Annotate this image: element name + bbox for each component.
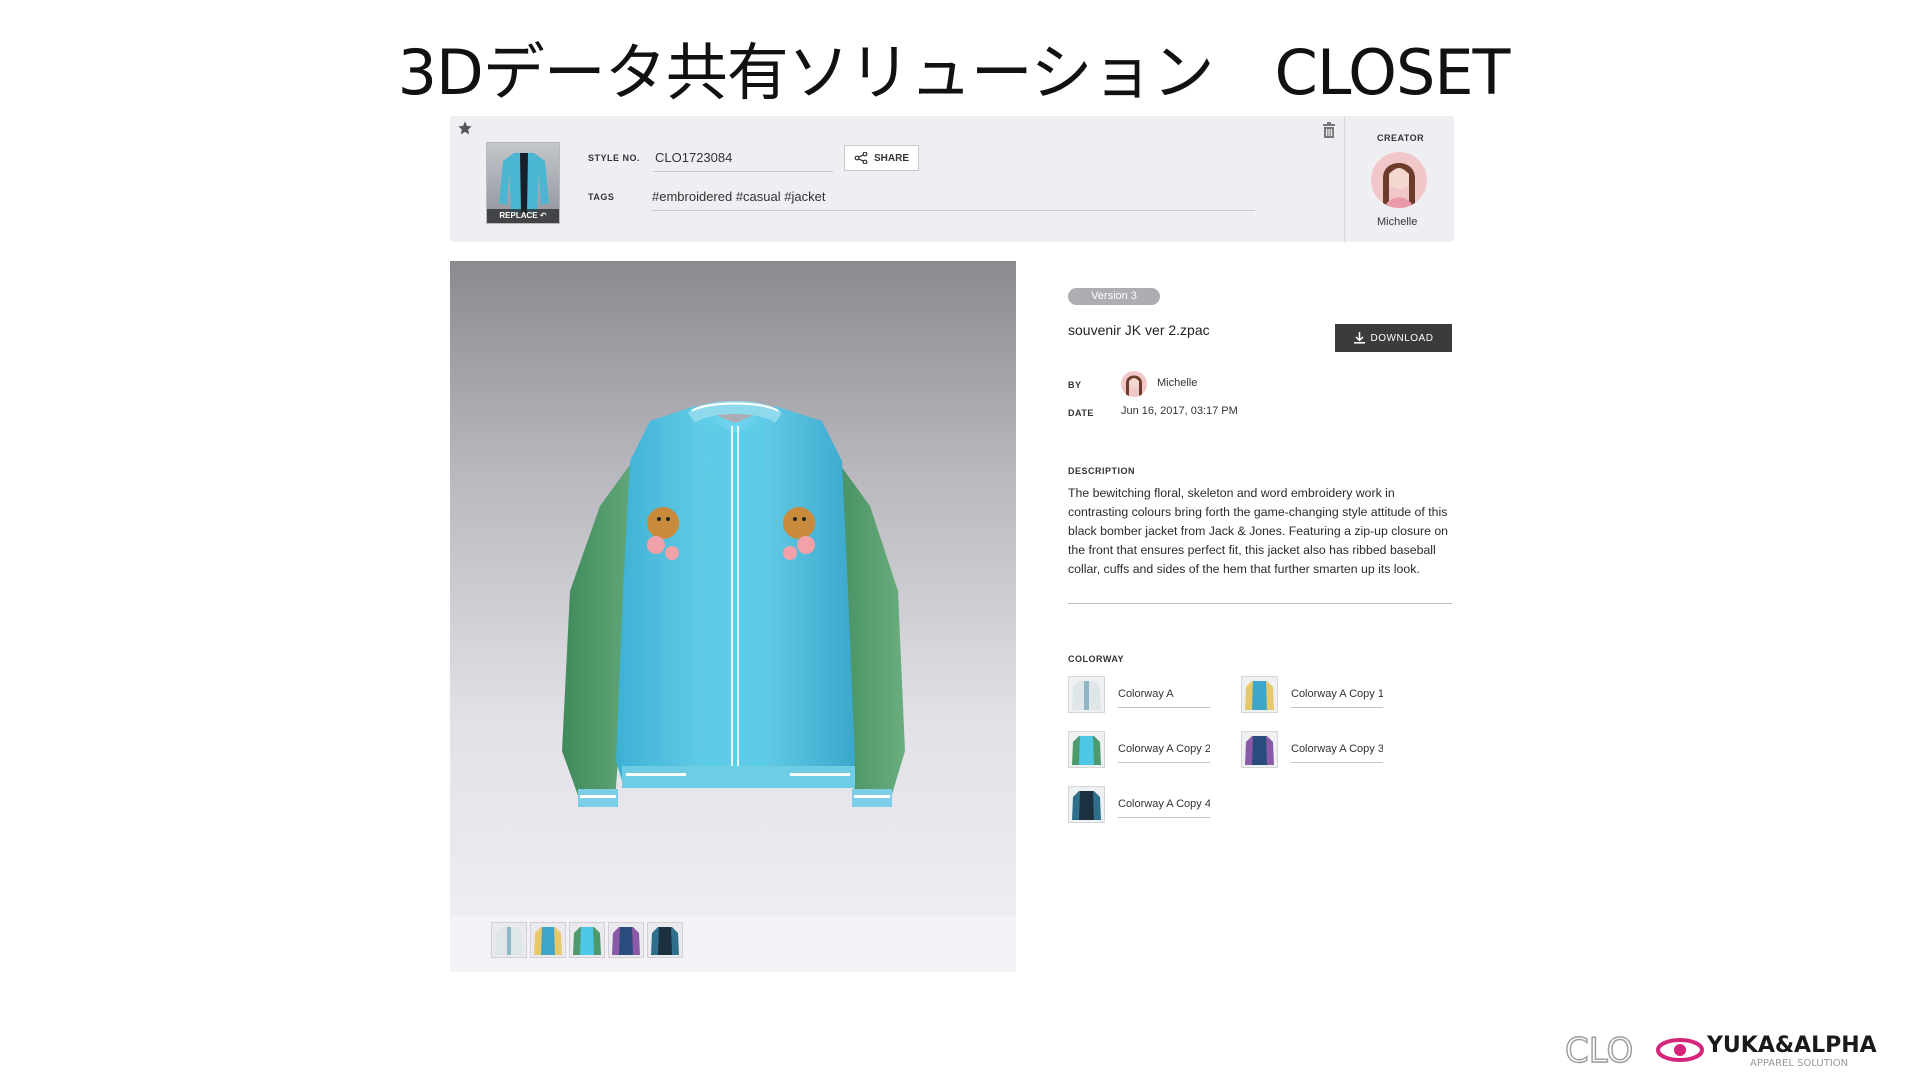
date-label: DATE bbox=[1068, 408, 1094, 418]
share-icon bbox=[854, 152, 868, 164]
colorway-thumb-copy3[interactable] bbox=[1241, 731, 1278, 768]
description-underline bbox=[1068, 603, 1452, 604]
author-avatar[interactable] bbox=[1121, 371, 1147, 397]
colorway-label-copy1[interactable]: Colorway A Copy 1 bbox=[1291, 688, 1383, 700]
download-button[interactable]: DOWNLOAD bbox=[1335, 324, 1452, 352]
colorway-label: COLORWAY bbox=[1068, 654, 1125, 664]
author-name: Michelle bbox=[1157, 377, 1198, 389]
creator-label: CREATOR bbox=[1377, 133, 1425, 143]
colorway-underline bbox=[1291, 707, 1383, 708]
creator-name: Michelle bbox=[1377, 216, 1418, 228]
date-value: Jun 16, 2017, 03:17 PM bbox=[1121, 405, 1238, 417]
trash-icon[interactable] bbox=[1322, 122, 1336, 138]
brand-logo: CLO YUKA&ALPHA APPAREL SOLUTION bbox=[1565, 1030, 1877, 1070]
viewer-thumb-3[interactable] bbox=[569, 922, 605, 958]
author-avatar-image bbox=[1121, 371, 1147, 397]
colorway-label-copy3[interactable]: Colorway A Copy 3 bbox=[1291, 743, 1383, 755]
3d-viewer[interactable] bbox=[450, 261, 1016, 972]
star-icon[interactable] bbox=[457, 120, 473, 136]
replace-label: REPLACE bbox=[499, 211, 538, 220]
colorway-underline bbox=[1291, 762, 1383, 763]
colorway-label-a[interactable]: Colorway A bbox=[1118, 688, 1210, 700]
description-label: DESCRIPTION bbox=[1068, 466, 1136, 476]
tags-input[interactable]: #embroidered #casual #jacket bbox=[652, 189, 825, 204]
slide-title: 3Dデータ共有ソリューション CLOSET bbox=[397, 36, 1511, 109]
viewer-thumb-1[interactable] bbox=[491, 922, 527, 958]
apparel-solution-text: APPAREL SOLUTION bbox=[1750, 1058, 1848, 1069]
viewer-thumb-5[interactable] bbox=[647, 922, 683, 958]
viewer-thumb-4[interactable] bbox=[608, 922, 644, 958]
download-label: DOWNLOAD bbox=[1370, 332, 1434, 344]
style-no-input[interactable]: CLO1723084 bbox=[655, 150, 732, 165]
creator-avatar[interactable] bbox=[1371, 152, 1427, 208]
colorway-underline bbox=[1118, 762, 1210, 763]
style-header-card bbox=[450, 116, 1454, 242]
tags-label: TAGS bbox=[588, 192, 615, 202]
creator-avatar-image bbox=[1371, 152, 1427, 208]
tags-underline bbox=[652, 210, 1255, 211]
share-button[interactable]: SHARE bbox=[844, 145, 919, 171]
colorway-thumb-copy1[interactable] bbox=[1241, 676, 1278, 713]
by-label: BY bbox=[1068, 380, 1082, 390]
colorway-thumb-copy4[interactable] bbox=[1068, 786, 1105, 823]
colorway-underline bbox=[1118, 707, 1210, 708]
file-name: souvenir JK ver 2.zpac bbox=[1068, 322, 1210, 338]
description-text: The bewitching floral, skeleton and word… bbox=[1068, 486, 1449, 576]
viewer-thumb-2[interactable] bbox=[530, 922, 566, 958]
clo-logo-text: CLO bbox=[1565, 1031, 1633, 1070]
jacket-3d-render bbox=[562, 401, 905, 807]
colorway-thumb-copy2[interactable] bbox=[1068, 731, 1105, 768]
colorway-thumb-a[interactable] bbox=[1068, 676, 1105, 713]
style-no-underline bbox=[653, 171, 833, 172]
share-label: SHARE bbox=[873, 152, 909, 164]
creator-divider bbox=[1344, 116, 1345, 242]
replace-button[interactable]: REPLACE ↶ bbox=[487, 209, 559, 223]
colorway-underline bbox=[1118, 817, 1210, 818]
version-badge[interactable]: Version 3 bbox=[1068, 288, 1160, 305]
colorway-label-copy4[interactable]: Colorway A Copy 4 bbox=[1118, 798, 1210, 810]
style-no-label: STYLE NO. bbox=[588, 153, 641, 163]
download-icon bbox=[1353, 332, 1365, 344]
yuka-alpha-logo-text: YUKA&ALPHA bbox=[1706, 1033, 1877, 1058]
style-thumbnail[interactable]: REPLACE ↶ bbox=[486, 142, 560, 224]
colorway-label-copy2[interactable]: Colorway A Copy 2 bbox=[1118, 743, 1210, 755]
